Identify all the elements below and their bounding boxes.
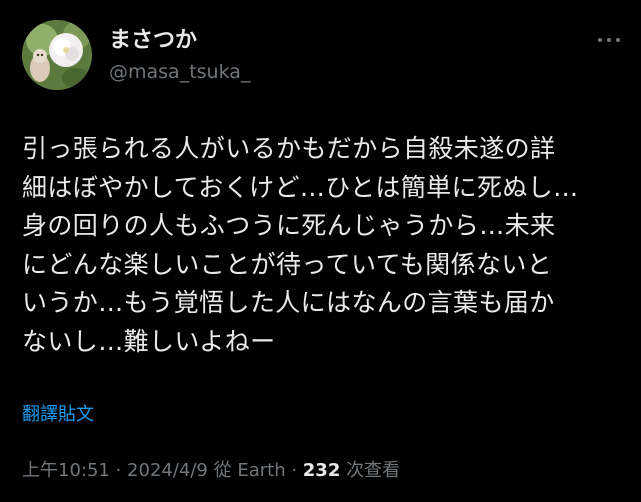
user-handle[interactable]: @masa_tsuka_: [109, 60, 250, 84]
tweet-date[interactable]: 2024/4/9: [127, 460, 208, 481]
user-names: まさつか @masa_tsuka_: [109, 28, 250, 84]
dot: [616, 38, 620, 42]
separator: ·: [109, 460, 128, 481]
tweet-text-line: 身の回りの人もふつうに死んじゃうから…未来: [22, 211, 556, 240]
dot: [607, 38, 611, 42]
tweet-card: まさつか @masa_tsuka_ 引っ張られる人がいるかもだから自殺未遂の詳 …: [0, 0, 641, 502]
avatar-photo-icon: [22, 20, 92, 90]
tweet-text-line: にどんな楽しいことが待っていても関係ないと: [22, 249, 553, 279]
tweet-text-line: 細はぼやかしておくけど…ひとは簡単に死ぬし…: [22, 172, 579, 202]
tweet-meta: 上午10:51 · 2024/4/9 從 Earth · 232 次查看: [22, 459, 400, 483]
tweet-text: 引っ張られる人がいるかもだから自殺未遂の詳 細はぼやかしておくけど…ひとは簡単に…: [22, 130, 622, 361]
translate-post-link[interactable]: 翻譯貼文: [22, 403, 94, 427]
tweet-text-line: いうか…もう覚悟した人にはなんの言葉も届か: [22, 288, 555, 317]
avatar[interactable]: [22, 20, 92, 90]
tweet-header: まさつか @masa_tsuka_: [22, 20, 622, 92]
tweet-text-line: ないし…難しいよねー: [22, 326, 276, 356]
views-count[interactable]: 232: [303, 460, 341, 481]
tweet-text-line: 引っ張られる人がいるかもだから自殺未遂の詳: [22, 134, 556, 163]
tweet-time[interactable]: 上午10:51: [22, 460, 110, 481]
separator: ·: [285, 460, 303, 481]
dot: [598, 38, 602, 42]
more-icon[interactable]: [598, 30, 620, 50]
views-label: 次查看: [340, 460, 401, 481]
tweet-source: 從 Earth: [207, 460, 286, 481]
display-name[interactable]: まさつか: [109, 28, 250, 54]
